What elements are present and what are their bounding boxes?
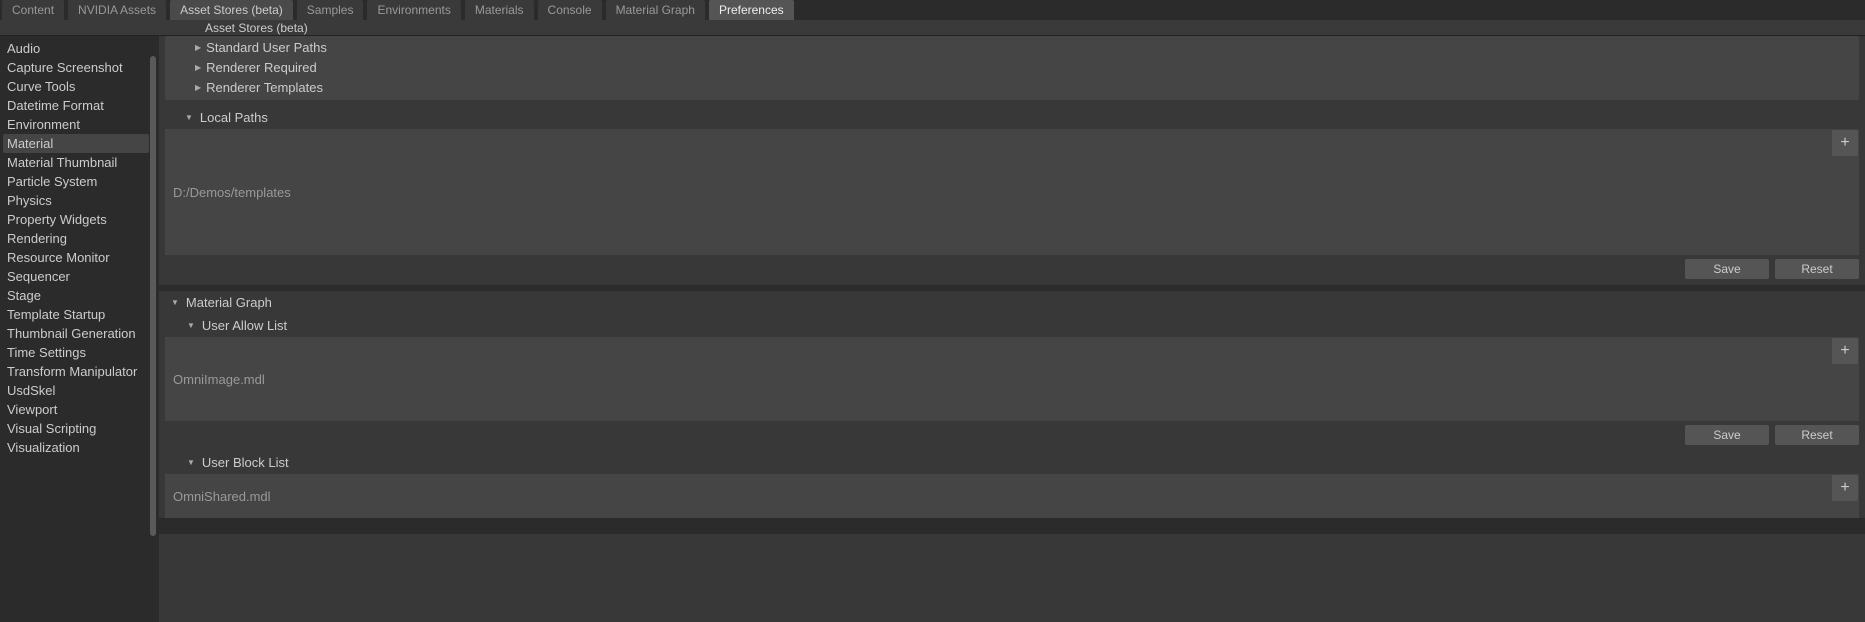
sidebar-item-environment[interactable]: Environment: [7, 115, 145, 134]
tree-renderer-required[interactable]: Renderer Required: [165, 58, 1859, 78]
tab-materials[interactable]: Materials: [465, 0, 534, 20]
sidebar-item-thumbnail-generation[interactable]: Thumbnail Generation: [7, 324, 145, 343]
sidebar-item-viewport[interactable]: Viewport: [7, 400, 145, 419]
save-button[interactable]: Save: [1685, 425, 1769, 445]
sidebar-item-usdskel[interactable]: UsdSkel: [7, 381, 145, 400]
sidebar-item-stage[interactable]: Stage: [7, 286, 145, 305]
reset-button[interactable]: Reset: [1775, 425, 1859, 445]
tab-material-graph[interactable]: Material Graph: [606, 0, 705, 20]
section-title: Material Graph: [186, 295, 272, 310]
tree-renderer-templates[interactable]: Renderer Templates: [165, 78, 1859, 98]
add-allow-item-button[interactable]: +: [1832, 338, 1858, 364]
sidebar-item-sequencer[interactable]: Sequencer: [7, 267, 145, 286]
material-graph-header[interactable]: Material Graph: [159, 291, 1865, 314]
sidebar-item-capture-screenshot[interactable]: Capture Screenshot: [7, 58, 145, 77]
sidebar-item-template-startup[interactable]: Template Startup: [7, 305, 145, 324]
tab-bar: ContentNVIDIA AssetsAsset Stores (beta)S…: [0, 0, 1865, 20]
preferences-sidebar: AudioCapture ScreenshotCurve ToolsDateti…: [0, 36, 150, 622]
section-title: Local Paths: [200, 110, 268, 125]
tab-console[interactable]: Console: [538, 0, 602, 20]
tree-label: Renderer Required: [206, 60, 317, 76]
user-allow-list-input[interactable]: [165, 337, 1832, 421]
preferences-main: Standard User Paths Renderer Required Re…: [159, 36, 1865, 622]
sidebar-item-audio[interactable]: Audio: [7, 39, 145, 58]
tree-label: Standard User Paths: [206, 40, 327, 56]
sidebar-item-physics[interactable]: Physics: [7, 191, 145, 210]
sidebar-item-rendering[interactable]: Rendering: [7, 229, 145, 248]
tab-asset-stores-beta-[interactable]: Asset Stores (beta): [170, 0, 293, 20]
sidebar-item-resource-monitor[interactable]: Resource Monitor: [7, 248, 145, 267]
user-allow-list-header[interactable]: User Allow List: [159, 314, 1865, 337]
user-block-list-header[interactable]: User Block List: [159, 451, 1865, 474]
sidebar-item-material[interactable]: Material: [3, 134, 149, 153]
save-button[interactable]: Save: [1685, 259, 1769, 279]
sub-header: Asset Stores (beta): [0, 20, 1865, 36]
tab-samples[interactable]: Samples: [297, 0, 364, 20]
tree-label: Renderer Templates: [206, 80, 323, 96]
sidebar-scrollbar[interactable]: [150, 36, 156, 622]
section-title: User Block List: [202, 455, 289, 470]
user-block-list-input[interactable]: [165, 474, 1832, 518]
sidebar-item-curve-tools[interactable]: Curve Tools: [7, 77, 145, 96]
tab-preferences[interactable]: Preferences: [709, 0, 794, 20]
reset-button[interactable]: Reset: [1775, 259, 1859, 279]
local-paths-input[interactable]: [165, 129, 1832, 255]
sidebar-item-visual-scripting[interactable]: Visual Scripting: [7, 419, 145, 438]
sidebar-item-material-thumbnail[interactable]: Material Thumbnail: [7, 153, 145, 172]
tab-content[interactable]: Content: [2, 0, 64, 20]
sidebar-item-visualization[interactable]: Visualization: [7, 438, 145, 457]
sidebar-item-property-widgets[interactable]: Property Widgets: [7, 210, 145, 229]
add-local-path-button[interactable]: +: [1832, 130, 1858, 156]
tab-nvidia-assets[interactable]: NVIDIA Assets: [68, 0, 166, 20]
section-title: User Allow List: [202, 318, 287, 333]
add-block-item-button[interactable]: +: [1832, 475, 1858, 501]
tree-standard-user-paths[interactable]: Standard User Paths: [165, 38, 1859, 58]
local-paths-header[interactable]: Local Paths: [159, 106, 1865, 129]
sidebar-item-particle-system[interactable]: Particle System: [7, 172, 145, 191]
sidebar-item-time-settings[interactable]: Time Settings: [7, 343, 145, 362]
sidebar-item-datetime-format[interactable]: Datetime Format: [7, 96, 145, 115]
sidebar-item-transform-manipulator[interactable]: Transform Manipulator: [7, 362, 145, 381]
tab-environments[interactable]: Environments: [367, 0, 460, 20]
